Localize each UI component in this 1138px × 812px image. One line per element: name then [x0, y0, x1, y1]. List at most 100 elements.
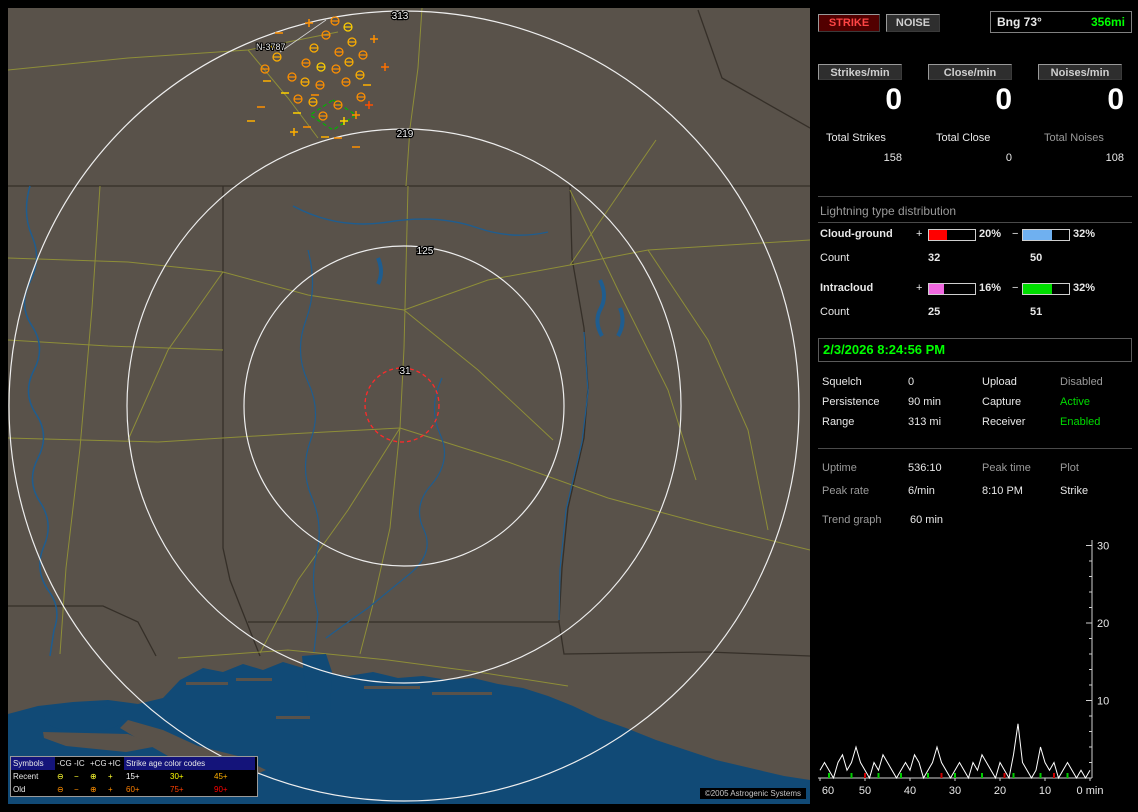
uptime-label: Uptime	[822, 462, 857, 474]
noises-per-min-button[interactable]: Noises/min	[1038, 64, 1122, 80]
total-noises-value: 108	[1105, 152, 1124, 164]
ic-positive-bar	[928, 283, 976, 295]
svg-text:20: 20	[1097, 618, 1109, 630]
ic-negative-bar	[1022, 283, 1070, 295]
intracloud-count-row: Count 25 51	[818, 306, 1132, 320]
range-ring-label-31: 31	[399, 366, 411, 377]
lake	[44, 704, 124, 732]
trend-window-value: 60 min	[910, 514, 944, 526]
total-close-value: 0	[1005, 152, 1012, 164]
svg-text:30: 30	[1097, 541, 1109, 553]
squelch-value: 0	[908, 376, 915, 388]
ic-positive-count: 25	[928, 306, 941, 318]
receiver-label: Receiver	[982, 416, 1026, 428]
peak-time-value: 8:10 PM	[982, 485, 1023, 497]
svg-text:20: 20	[994, 785, 1006, 797]
legend-header-row: Symbols -CG -IC +CG +IC Strike age color…	[11, 757, 257, 770]
age-30: 30+	[170, 772, 184, 781]
strike-rate-value: 0	[885, 83, 902, 116]
cg-positive-count: 32	[928, 252, 941, 264]
separator	[818, 196, 1132, 197]
age-60: 60+	[126, 785, 140, 794]
legend-recent-row: Recent ⊖ − ⊕ + 15+ 30+ 45+	[11, 770, 257, 783]
peak-rate-value: 6/min	[908, 485, 935, 497]
count-label: Count	[820, 306, 850, 318]
cg-positive-pct: 20%	[979, 228, 1002, 240]
plot-label: Plot	[1060, 462, 1079, 474]
noise-rate-value: 0	[1107, 83, 1124, 116]
legend-age-header: Strike age color codes	[124, 757, 255, 770]
age-15: 15+	[126, 772, 140, 781]
copyright-text: ©2005 Astrogenic Systems	[699, 788, 806, 799]
ic-negative-count: 51	[1030, 306, 1043, 318]
age-90: 90+	[214, 785, 228, 794]
total-strikes-label: Total Strikes	[826, 132, 886, 144]
status-row-persistence: Persistence 90 min Capture Active	[818, 396, 1132, 412]
trend-graph-svg: 10 20 30 60 50 40 30 20 10 0 min	[818, 540, 1109, 797]
cloud-ground-label: Cloud-ground	[820, 228, 893, 240]
trend-graph-label: Trend graph	[822, 514, 882, 526]
uptime-value: 536:10	[908, 462, 942, 474]
strike-button[interactable]: STRIKE	[818, 14, 880, 32]
age-75: 75+	[170, 785, 184, 794]
legend-old-row: Old ⊖ − ⊕ + 60+ 75+ 90+	[11, 783, 257, 796]
age-45: 45+	[214, 772, 228, 781]
recent-ic-pos-icon: +	[108, 772, 113, 781]
minus-sign: −	[1012, 228, 1019, 240]
peak-time-label: Peak time	[982, 462, 1031, 474]
legend-old-label: Old	[13, 785, 26, 794]
legend-col--cg: -CG	[57, 759, 72, 768]
plus-sign: +	[916, 282, 923, 294]
persistence-label: Persistence	[822, 396, 880, 408]
close-per-min-button[interactable]: Close/min	[928, 64, 1012, 80]
svg-text:10: 10	[1039, 785, 1051, 797]
map-display[interactable]: 313 219 125 31 N-3787 Symbols -CG -IC +C…	[8, 8, 810, 804]
squelch-label: Squelch	[822, 376, 862, 388]
receiver-status: Enabled	[1060, 416, 1101, 428]
svg-text:60: 60	[822, 785, 834, 797]
ic-negative-pct: 32%	[1073, 282, 1096, 294]
svg-text:10: 10	[1097, 696, 1109, 708]
old-cg-neg-icon: ⊖	[57, 785, 64, 794]
recent-cg-pos-icon: ⊕	[90, 772, 97, 781]
cloud-ground-row: Cloud-ground + 20% − 32%	[818, 228, 1132, 242]
stats-row-uptime: Uptime 536:10 Peak time Plot	[818, 462, 1132, 478]
total-strikes-value: 158	[883, 152, 902, 164]
svg-text:50: 50	[859, 785, 871, 797]
trend-graph: 10 20 30 60 50 40 30 20 10 0 min	[818, 538, 1132, 804]
intracloud-label: Intracloud	[820, 282, 874, 294]
cg-negative-bar	[1022, 229, 1070, 241]
old-ic-neg-icon: −	[74, 785, 79, 794]
minus-sign: −	[1012, 282, 1019, 294]
bearing-value: Bng 73°	[997, 15, 1042, 29]
trend-graph-row: Trend graph 60 min	[818, 514, 1132, 530]
legend-col--ic: -IC	[74, 759, 85, 768]
strikes-per-min-button[interactable]: Strikes/min	[818, 64, 902, 80]
total-noises-label: Total Noises	[1044, 132, 1104, 144]
legend-recent-label: Recent	[13, 772, 39, 781]
cg-negative-pct: 32%	[1073, 228, 1096, 240]
bearing-range-value: 356mi	[1090, 15, 1125, 29]
status-row-squelch: Squelch 0 Upload Disabled	[818, 376, 1132, 392]
close-rate-value: 0	[995, 83, 1012, 116]
plot-value: Strike	[1060, 485, 1089, 497]
cloud-ground-count-row: Count 32 50	[818, 252, 1132, 266]
status-row-range: Range 313 mi Receiver Enabled	[818, 416, 1132, 432]
intracloud-row: Intracloud + 16% − 32%	[818, 282, 1132, 296]
datetime-box: 2/3/2026 8:24:56 PM	[818, 338, 1132, 362]
range-label: Range	[822, 416, 855, 428]
app-window: 313 219 125 31 N-3787 Symbols -CG -IC +C…	[0, 0, 1138, 812]
peak-rate-label: Peak rate	[822, 485, 870, 497]
capture-label: Capture	[982, 396, 1022, 408]
noise-button[interactable]: NOISE	[886, 14, 940, 32]
upload-label: Upload	[982, 376, 1017, 388]
map-svg: 313 219 125 31 N-3787	[8, 8, 810, 804]
svg-text:0 min: 0 min	[1077, 785, 1104, 797]
ic-positive-pct: 16%	[979, 282, 1002, 294]
bearing-display: Bng 73° 356mi	[990, 11, 1132, 33]
range-ring-label-219: 219	[397, 129, 414, 140]
total-close-label: Total Close	[936, 132, 991, 144]
legend-symbols-header: Symbols	[11, 757, 55, 770]
plus-sign: +	[916, 228, 923, 240]
range-value: 313 mi	[908, 416, 942, 428]
